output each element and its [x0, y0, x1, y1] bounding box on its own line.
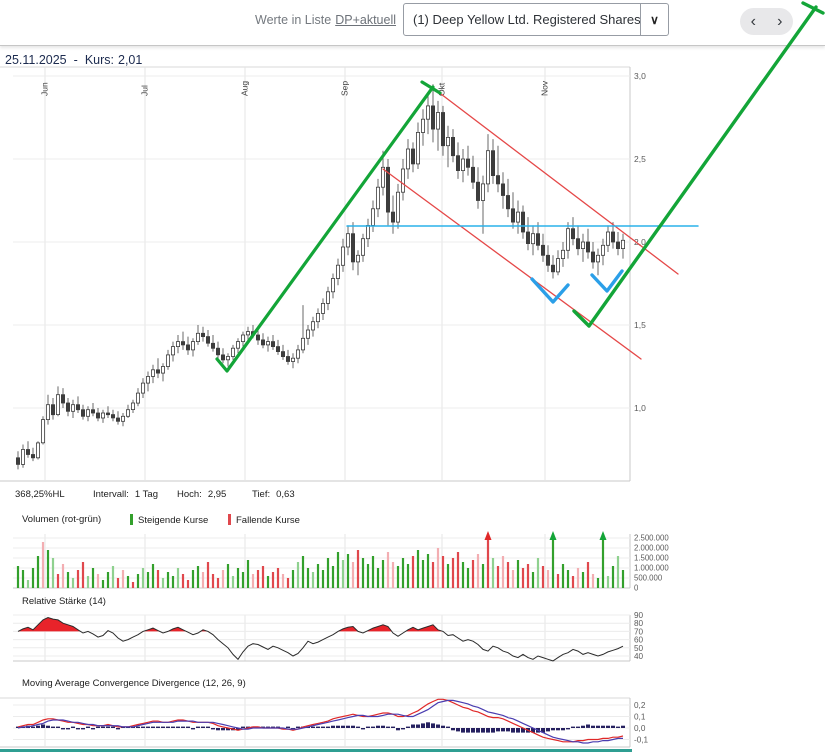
svg-text:-0,1: -0,1 — [634, 736, 649, 745]
svg-text:0,1: 0,1 — [634, 713, 646, 722]
falling-swatch-icon — [228, 514, 231, 525]
instrument-pager: ‹ › — [740, 8, 793, 35]
low-value: 0,63 — [276, 489, 295, 500]
svg-text:50: 50 — [634, 644, 644, 653]
high-label: Hoch: — [177, 489, 202, 500]
svg-text:80: 80 — [634, 619, 644, 628]
svg-text:Jun: Jun — [40, 82, 50, 96]
rsi-panel-title: Relative Stärke (14) — [22, 596, 106, 607]
svg-text:2,5: 2,5 — [634, 154, 646, 164]
svg-text:1,5: 1,5 — [634, 320, 646, 330]
svg-text:1,0: 1,0 — [634, 403, 646, 413]
svg-text:Aug: Aug — [240, 81, 250, 96]
svg-text:90: 90 — [634, 611, 644, 620]
instrument-dropdown[interactable]: (1) Deep Yellow Ltd. Registered Shares o… — [403, 3, 669, 36]
annotation-channel_upper — [436, 90, 679, 275]
macd-pane: 0,2 0,1 0,0 -0,1 — [0, 697, 649, 748]
price-label: Kurs: — [84, 53, 114, 67]
instrument-dropdown-value: (1) Deep Yellow Ltd. Registered Shares o… — [413, 12, 640, 27]
chart-date: 25.11.2025 — [5, 53, 67, 67]
price-value: 2,01 — [118, 53, 143, 67]
low-label: Tief: — [252, 489, 271, 500]
svg-text:1.000.000: 1.000.000 — [634, 564, 669, 573]
svg-text:Nov: Nov — [540, 80, 550, 96]
price-pane: 3,0 2,5 2,0 1,5 1,0 Jun Jul Aug Sep Okt Nov — [0, 66, 646, 482]
svg-text:0,0: 0,0 — [634, 724, 646, 733]
svg-text:0,2: 0,2 — [634, 701, 646, 710]
legend-falling-label: Fallende Kurse — [236, 515, 300, 526]
info-bar: 368,25%HL Intervall: 1 Tag Hoch: 2,95 Tief… — [0, 489, 630, 502]
svg-text:40: 40 — [634, 652, 644, 661]
macd-panel-title: Moving Average Convergence Divergence (1… — [22, 678, 246, 689]
chevron-down-icon: ∨ — [650, 12, 659, 27]
prev-button[interactable]: ‹ — [740, 8, 767, 35]
list-label-text: Werte in Liste — [255, 13, 332, 27]
annotation-check_2 — [590, 269, 624, 293]
annotation-check_1 — [530, 277, 570, 304]
svg-text:2.000.000: 2.000.000 — [634, 544, 669, 553]
interval-label: Intervall: — [93, 489, 129, 500]
volume-panel-title: Volumen (rot-grün) — [22, 514, 102, 525]
volume-pane: 2.500.0002.000.0001.500.0001.000.000500.… — [13, 531, 669, 593]
rsi-pane: 908070605040 — [13, 611, 644, 662]
chart-canvas[interactable]: 3,0 2,5 2,0 1,5 1,0 Jun Jul Aug Sep Okt Nov 2.500.0… — [0, 0, 825, 752]
chevron-right-icon: › — [777, 13, 783, 30]
high-item: Hoch: 2,95 — [177, 489, 226, 500]
svg-text:2.500.000: 2.500.000 — [634, 534, 669, 543]
list-link[interactable]: DP+aktuell — [335, 13, 396, 27]
svg-text:Sep: Sep — [340, 81, 350, 96]
low-item: Tief: 0,63 — [252, 489, 295, 500]
next-button[interactable]: › — [767, 8, 794, 35]
svg-text:70: 70 — [634, 627, 644, 636]
svg-text:500.000: 500.000 — [634, 574, 663, 583]
svg-text:60: 60 — [634, 636, 644, 645]
chevron-left-icon: ‹ — [750, 13, 756, 30]
legend-rising: Steigende Kurse — [130, 514, 208, 526]
annotation-layer — [215, 1, 825, 373]
annotation-projection_arrow — [572, 5, 818, 328]
svg-text:1.500.000: 1.500.000 — [634, 554, 669, 563]
high-value: 2,95 — [207, 489, 227, 500]
svg-text:Okt: Okt — [437, 82, 447, 96]
chart-title: 25.11.2025- Kurs: 2,01 — [5, 53, 142, 67]
annotation-channel_lower — [382, 168, 642, 360]
svg-text:2,0: 2,0 — [634, 237, 646, 247]
interval-item: Intervall: 1 Tag — [93, 489, 158, 500]
annotation-trendline_up — [215, 85, 435, 373]
list-label: Werte in Liste DP+aktuell — [255, 13, 396, 27]
svg-text:3,0: 3,0 — [634, 71, 646, 81]
svg-text:0: 0 — [634, 584, 639, 593]
range-value: 368,25%HL — [15, 489, 65, 500]
svg-text:Jul: Jul — [140, 85, 150, 96]
chart-title-dash: - — [73, 53, 78, 67]
legend-rising-label: Steigende Kurse — [138, 515, 209, 526]
rising-swatch-icon — [130, 514, 133, 525]
interval-value: 1 Tag — [134, 489, 158, 500]
legend-falling: Fallende Kurse — [228, 514, 300, 526]
